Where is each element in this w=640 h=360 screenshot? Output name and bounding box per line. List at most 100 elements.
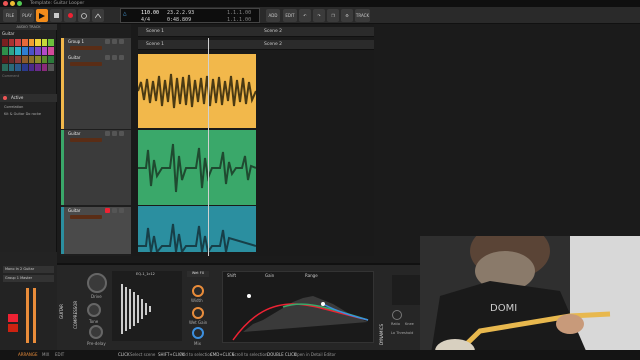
color-swatch[interactable] [15, 55, 21, 63]
clip-guitar-2[interactable] [138, 130, 256, 205]
redo-button[interactable]: ↷ [313, 9, 325, 22]
reverb-display[interactable]: EQ-1_1c12 [112, 271, 182, 341]
arm-button[interactable] [119, 55, 124, 60]
width-knob[interactable] [192, 285, 204, 297]
output-selector[interactable]: Group 1 Master [3, 275, 54, 282]
automation-button[interactable] [92, 9, 104, 22]
color-swatch[interactable] [28, 55, 35, 63]
record-arm-button[interactable] [8, 314, 18, 322]
color-swatch[interactable] [15, 47, 21, 55]
color-swatch[interactable] [48, 63, 54, 71]
dynamics-graph[interactable] [392, 275, 422, 305]
device-chain-panel: GUITAR COMPRESSOR Drive Tone Pre-delay E… [57, 263, 422, 350]
zoom-window-button[interactable] [17, 1, 22, 6]
color-swatch[interactable] [48, 47, 54, 55]
ratio-knob[interactable] [392, 310, 402, 320]
arrange-tab[interactable]: ARRANGE [18, 352, 38, 357]
mute-button[interactable] [105, 39, 110, 44]
scene-1-header[interactable]: Scene 1 [138, 27, 256, 37]
color-swatch[interactable] [21, 63, 28, 71]
color-swatch[interactable] [2, 55, 8, 63]
color-swatch[interactable] [41, 39, 48, 47]
copy-button[interactable]: ❐ [327, 9, 339, 22]
color-swatch[interactable] [15, 63, 21, 71]
tone-knob[interactable] [87, 303, 101, 317]
mute-button[interactable] [105, 55, 110, 60]
color-swatch[interactable] [28, 47, 35, 55]
close-window-button[interactable] [3, 1, 8, 6]
color-swatch[interactable] [2, 63, 8, 71]
volume-fader[interactable] [70, 138, 102, 142]
solo-button[interactable] [112, 39, 117, 44]
color-swatch[interactable] [35, 39, 41, 47]
color-swatch[interactable] [48, 39, 54, 47]
arm-button[interactable] [119, 131, 124, 136]
solo-button[interactable] [112, 55, 117, 60]
solo-button[interactable] [112, 208, 117, 213]
mute-button[interactable] [105, 131, 110, 136]
color-swatch[interactable] [2, 39, 8, 47]
clip-guitar-3[interactable] [138, 206, 256, 252]
color-swatch[interactable] [48, 55, 54, 63]
color-swatch[interactable] [21, 39, 28, 47]
color-swatch[interactable] [15, 39, 21, 47]
file-menu-button[interactable]: FILE [3, 9, 17, 22]
color-swatch[interactable] [8, 39, 15, 47]
loop-end: 1.1.1.00 [227, 17, 252, 23]
track-header-guitar-3[interactable]: Guitar [61, 207, 131, 254]
wet-gain-knob[interactable] [192, 307, 204, 319]
track-button[interactable]: TRACK [355, 9, 370, 22]
active-row[interactable]: Active [0, 94, 57, 102]
scene-2-header[interactable]: Scene 2 [256, 27, 374, 37]
color-swatch[interactable] [41, 47, 48, 55]
comment-label[interactable]: Comment [2, 74, 19, 78]
arm-button[interactable] [119, 39, 124, 44]
color-swatch[interactable] [35, 47, 41, 55]
color-swatch[interactable] [8, 55, 15, 63]
color-swatch[interactable] [21, 47, 28, 55]
mute-button[interactable] [119, 208, 124, 213]
volume-fader[interactable] [70, 62, 102, 66]
track-header-guitar-2[interactable]: Guitar [61, 130, 131, 205]
undo-button[interactable]: ↶ [299, 9, 311, 22]
track-header-group[interactable]: Group 1 [61, 38, 131, 54]
scene-1-slot[interactable]: Scene 1 [138, 40, 256, 50]
color-swatch[interactable] [2, 47, 8, 55]
color-swatch[interactable] [28, 63, 35, 71]
edit-button[interactable]: EDIT [283, 9, 297, 22]
color-swatch[interactable] [8, 47, 15, 55]
volume-fader[interactable] [70, 215, 102, 219]
device-list-item[interactable]: Kit & Guitar Do rocke [4, 112, 41, 116]
record-arm-button[interactable] [105, 208, 110, 213]
track-header-guitar-1[interactable]: Guitar [61, 54, 131, 129]
predelay-knob[interactable] [89, 325, 103, 339]
mix-tab[interactable]: MIX [42, 352, 49, 357]
play-menu-button[interactable]: PLAY [20, 9, 34, 22]
scene-2-slot[interactable]: Scene 2 [256, 40, 374, 50]
volume-fader[interactable] [70, 46, 102, 50]
color-swatch[interactable] [35, 55, 41, 63]
add-button[interactable]: ADD [266, 9, 280, 22]
play-button[interactable] [36, 9, 48, 22]
stop-button[interactable] [50, 9, 62, 22]
minimize-window-button[interactable] [10, 1, 15, 6]
color-swatch[interactable] [21, 55, 28, 63]
overdub-button[interactable] [78, 9, 90, 22]
color-swatch[interactable] [41, 55, 48, 63]
color-swatch[interactable] [35, 63, 41, 71]
color-swatch[interactable] [28, 39, 35, 47]
edit-tab[interactable]: EDIT [55, 352, 64, 357]
color-palette[interactable] [2, 39, 54, 71]
transport-display[interactable]: 110.00 4/4 23.2.2.93 0:48.809 1.1.1.00 1… [120, 8, 260, 23]
input-selector[interactable]: Mono In 2 Guitar [3, 266, 54, 273]
drive-knob[interactable] [87, 273, 107, 293]
eq-display[interactable]: Shift Gain Range [222, 271, 374, 343]
solo-button[interactable] [112, 131, 117, 136]
mix-knob[interactable] [192, 327, 204, 339]
monitor-button[interactable] [8, 324, 18, 332]
color-swatch[interactable] [8, 63, 15, 71]
record-button[interactable] [64, 9, 76, 22]
color-swatch[interactable] [41, 63, 48, 71]
settings-button[interactable]: ⚙ [341, 9, 353, 22]
clip-guitar-1[interactable] [138, 54, 256, 128]
